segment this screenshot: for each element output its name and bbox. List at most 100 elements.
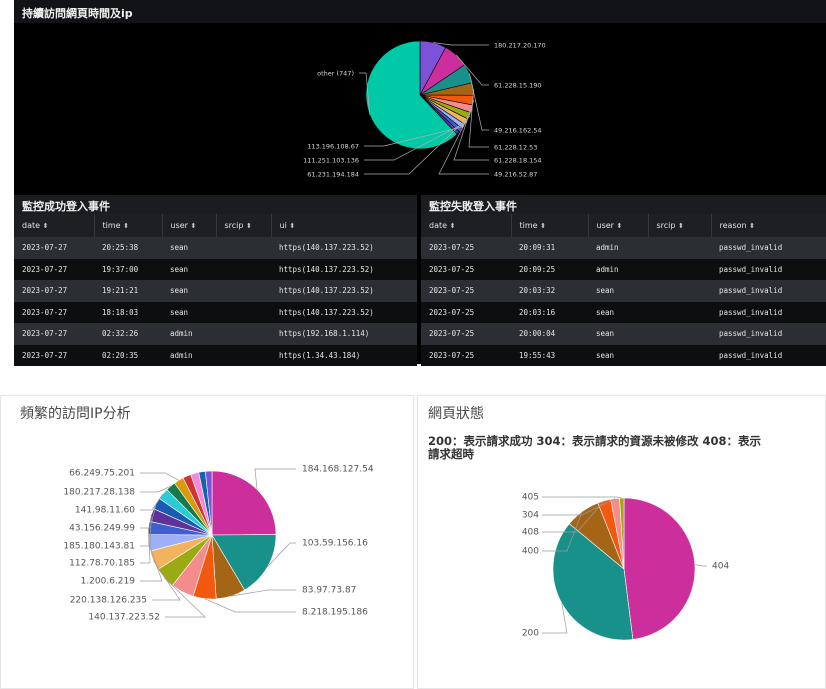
column-header-ui[interactable]: ui ⬍ xyxy=(271,214,417,237)
table-header-row: date ⬍ time ⬍ user ⬍ srcip ⬍ reason ⬍ xyxy=(421,214,826,237)
table-cell: sean xyxy=(588,301,648,323)
table-cell: 2023-07-25 xyxy=(421,323,511,345)
table-row[interactable]: 2023-07-25 20:03:32 sean passwd_invalid xyxy=(421,280,826,302)
column-label: time xyxy=(102,221,121,230)
table-row[interactable]: 2023-07-27 02:32:26 admin https(192.168.1.1… xyxy=(14,323,417,345)
pie-slice-label: 180.217.20.170 xyxy=(494,42,546,50)
pie-slice[interactable] xyxy=(211,470,277,536)
table-cell xyxy=(216,258,271,280)
table-row[interactable]: 2023-07-25 20:09:31 admin passwd_invalid xyxy=(421,237,826,259)
table-row[interactable]: 2023-07-27 20:25:38 sean https(140.137.223.… xyxy=(14,237,417,259)
column-label: user xyxy=(170,221,188,230)
column-header-srcip[interactable]: srcip ⬍ xyxy=(216,214,272,237)
table-cell: 2023-07-25 xyxy=(421,280,511,302)
pie-slice-label: 49.216.52.87 xyxy=(494,171,537,179)
table-cell: sean xyxy=(162,258,216,280)
table-cell: 20:00:04 xyxy=(511,323,588,345)
table-row[interactable]: 2023-07-27 02:20:35 admin https(1.34.43.184… xyxy=(14,344,417,366)
table-cell: sean xyxy=(162,237,216,259)
column-label: user xyxy=(596,221,614,230)
table-cell: 2023-07-27 xyxy=(14,258,94,280)
column-header-user[interactable]: user ⬍ xyxy=(162,214,217,237)
pie-slice-label: other (747) xyxy=(317,70,354,78)
pie-slice-label: 200 xyxy=(522,629,539,639)
pie-slice[interactable] xyxy=(623,497,696,640)
pie-leader-line xyxy=(140,527,151,564)
table-cell: https(192.168.1.114) xyxy=(271,323,417,345)
pie-slice-label: 185.180.143.81 xyxy=(63,542,135,552)
table-cell: sean xyxy=(162,301,216,323)
table-cell: 2023-07-27 xyxy=(14,301,94,323)
column-header-date[interactable]: date ⬍ xyxy=(421,214,512,237)
sort-icon: ⬍ xyxy=(289,222,296,230)
table-row[interactable]: 2023-07-25 20:03:16 sean passwd_invalid xyxy=(421,301,826,323)
pie-slice-label: 83.97.73.87 xyxy=(302,586,356,596)
pie-slice-label: 66.249.75.201 xyxy=(69,469,135,479)
table-row[interactable]: 2023-07-27 19:37:00 sean https(140.137.223.… xyxy=(14,258,417,280)
fail-panel-title: 監控失敗登入事件 xyxy=(429,200,517,213)
top-panel-header xyxy=(14,0,826,23)
web-status-subtitle-line1: 200：表示請求成功 304：表示請求的資源未被修改 408：表示 xyxy=(428,434,762,448)
table-cell: 2023-07-25 xyxy=(421,258,511,280)
pie-slice-label: 405 xyxy=(522,493,539,503)
table-cell: admin xyxy=(162,323,216,345)
table-cell xyxy=(648,258,711,280)
pie-slice-label: 140.137.223.52 xyxy=(88,613,160,623)
sort-icon: ⬍ xyxy=(540,222,546,230)
pie-slice-label: 180.217.28.138 xyxy=(63,488,135,498)
pie-leader-line xyxy=(433,42,489,46)
table-row[interactable]: 2023-07-25 19:55:43 sean passwd_invalid xyxy=(421,344,826,366)
table-header-row: date ⬍ time ⬍ user ⬍ srcip ⬍ ui ⬍ xyxy=(14,214,417,237)
table-cell: 02:32:26 xyxy=(94,323,162,345)
frequent-ip-pie-chart: 184.168.127.54 103.59.156.16 83.97.73.87 8.… xyxy=(63,465,373,623)
column-header-time[interactable]: time ⬍ xyxy=(94,214,163,237)
pie-leader-line xyxy=(204,598,296,613)
pie-slice-label: 61.231.194.184 xyxy=(307,171,359,179)
column-label: srcip xyxy=(656,221,676,230)
table-row[interactable]: 2023-07-27 19:21:21 sean https(140.137.223.… xyxy=(14,280,417,302)
table-row[interactable]: 2023-07-25 20:00:04 sean passwd_invalid xyxy=(421,323,826,345)
pie-slice-label: 111.251.103.136 xyxy=(303,157,359,165)
table-cell: admin xyxy=(588,237,648,259)
table-cell: 2023-07-25 xyxy=(421,237,511,259)
table-cell: https(140.137.223.52) xyxy=(271,280,417,302)
table-cell: 2023-07-27 xyxy=(14,280,94,302)
sort-icon: ⬍ xyxy=(246,222,252,230)
pie-slice-label: 1.200.6.219 xyxy=(81,577,136,587)
sort-icon: ⬍ xyxy=(749,222,755,230)
table-cell xyxy=(216,280,271,302)
table-cell: 2023-07-25 xyxy=(421,344,511,366)
pie-leader-line xyxy=(542,603,568,634)
column-header-date[interactable]: date ⬍ xyxy=(14,214,95,237)
table-cell: passwd_invalid xyxy=(711,258,826,280)
column-label: reason xyxy=(719,221,747,230)
table-row[interactable]: 2023-07-25 20:09:25 admin passwd_invalid xyxy=(421,258,826,280)
column-header-reason[interactable]: reason ⬍ xyxy=(711,214,826,237)
table-cell: admin xyxy=(588,258,648,280)
column-header-user[interactable]: user ⬍ xyxy=(588,214,649,237)
pie-slice-label: 404 xyxy=(712,562,729,572)
table-row[interactable]: 2023-07-27 18:18:03 sean https(140.137.223.… xyxy=(14,301,417,323)
pie-slice-label: 408 xyxy=(522,528,539,538)
table-cell: passwd_invalid xyxy=(711,301,826,323)
column-header-srcip[interactable]: srcip ⬍ xyxy=(648,214,712,237)
table-cell: 20:03:16 xyxy=(511,301,588,323)
success-panel-title: 監控成功登入事件 xyxy=(22,200,110,213)
web-status-pie-chart: 404 200 400 408 304 405 xyxy=(522,493,729,641)
table-cell: sean xyxy=(162,280,216,302)
sort-icon: ⬍ xyxy=(123,222,129,230)
table-cell: 20:09:25 xyxy=(511,258,588,280)
table-cell: https(140.137.223.52) xyxy=(271,237,417,259)
sort-icon: ⬍ xyxy=(616,222,623,230)
table-cell: 2023-07-27 xyxy=(14,323,94,345)
table-cell: https(1.34.43.184) xyxy=(271,344,417,366)
table-cell: sean xyxy=(588,280,648,302)
table-cell: passwd_invalid xyxy=(711,344,826,366)
table-cell: passwd_invalid xyxy=(711,280,826,302)
pie-slice-label: 103.59.156.16 xyxy=(302,539,368,549)
table-cell xyxy=(648,280,711,302)
sort-icon: ⬍ xyxy=(449,222,456,230)
success-login-table: date ⬍ time ⬍ user ⬍ srcip ⬍ ui ⬍ 2023-0… xyxy=(14,214,417,366)
column-header-time[interactable]: time ⬍ xyxy=(511,214,589,237)
pie-slice-label: 220.138.126.235 xyxy=(70,596,147,606)
